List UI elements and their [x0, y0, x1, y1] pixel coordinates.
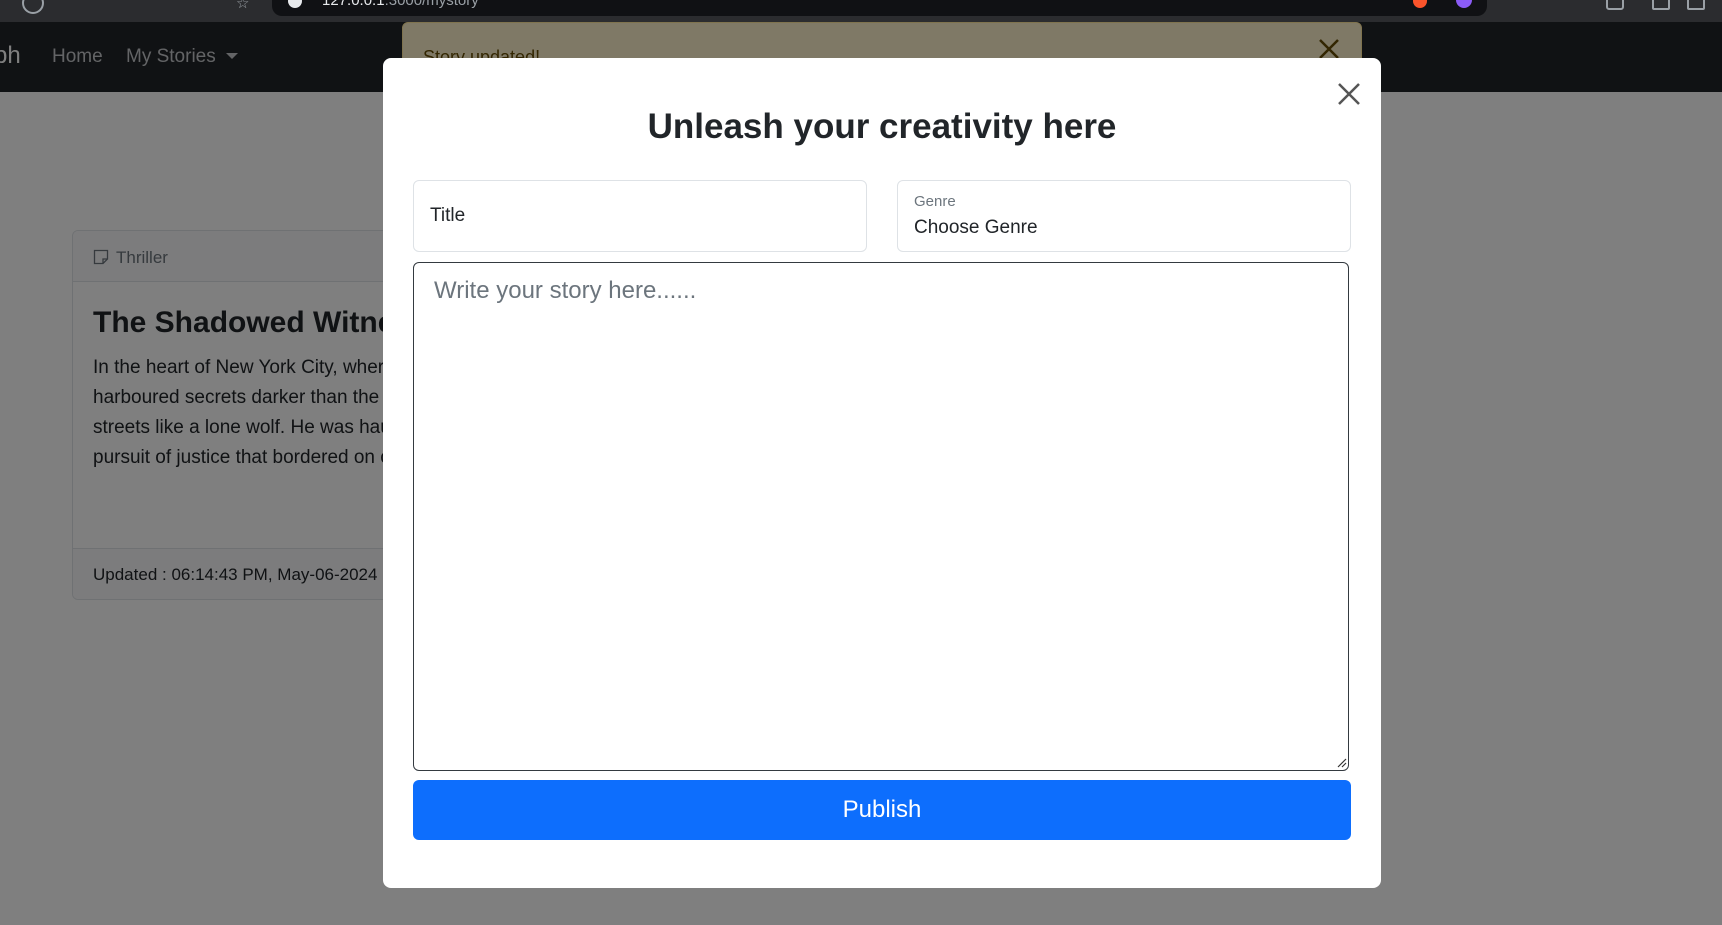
- create-story-modal: Unleash your creativity here Genre Choos…: [383, 58, 1381, 888]
- site-info-icon[interactable]: [288, 0, 302, 8]
- extensions-icon[interactable]: [1606, 0, 1624, 10]
- screenshot-icon[interactable]: [1687, 0, 1705, 10]
- close-icon[interactable]: [1334, 79, 1364, 109]
- address-bar[interactable]: 127.0.0.1:3000/mystory: [272, 0, 1705, 16]
- address-bar-url: 127.0.0.1:3000/mystory: [322, 0, 479, 9]
- genre-selected-value: Choose Genre: [914, 217, 1038, 238]
- bookmark-icon[interactable]: ☆: [236, 0, 249, 11]
- genre-label: Genre: [914, 193, 956, 210]
- url-host: 127.0.0.1: [322, 0, 385, 9]
- sidebar-icon[interactable]: [1652, 0, 1670, 10]
- genre-select[interactable]: Genre Choose Genre: [897, 180, 1351, 252]
- story-textarea[interactable]: [413, 262, 1349, 771]
- title-field: [413, 180, 867, 252]
- title-input[interactable]: [414, 181, 866, 251]
- reload-icon[interactable]: [22, 0, 44, 14]
- browser-toolbar: ☆ 127.0.0.1:3000/mystory: [0, 0, 1722, 22]
- resize-handle-icon[interactable]: [1335, 756, 1347, 768]
- url-path: :3000/mystory: [384, 0, 479, 9]
- publish-button[interactable]: Publish: [413, 780, 1351, 840]
- modal-title: Unleash your creativity here: [647, 107, 1117, 146]
